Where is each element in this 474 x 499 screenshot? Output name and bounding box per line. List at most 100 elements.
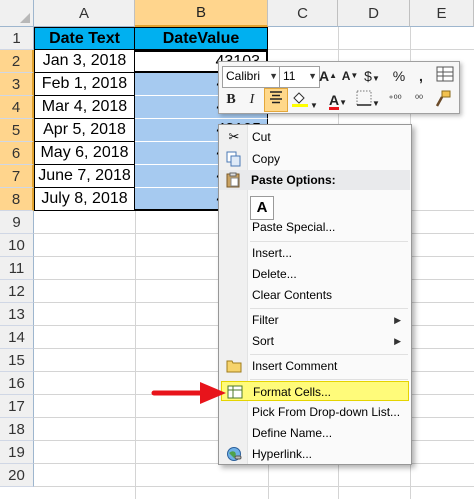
cell-a7[interactable]: June 7, 2018 bbox=[34, 165, 135, 188]
cell-a1-header[interactable]: Date Text bbox=[34, 27, 135, 50]
row-header-16[interactable]: 16 bbox=[0, 372, 34, 395]
row-header-1[interactable]: 1 bbox=[0, 27, 34, 50]
decrease-decimal-icon[interactable]: ⁰⁰ bbox=[409, 90, 429, 110]
chevron-down-icon: ▼ bbox=[269, 71, 278, 81]
row-header-5[interactable]: 5 bbox=[0, 119, 34, 142]
grow-font-icon[interactable]: A▲ bbox=[319, 66, 337, 86]
cell-a4[interactable]: Mar 4, 2018 bbox=[34, 96, 135, 119]
row-header-8[interactable]: 8 bbox=[0, 188, 34, 211]
column-header-d[interactable]: D bbox=[338, 0, 410, 27]
select-all-triangle-icon bbox=[20, 13, 30, 23]
increase-decimal-icon[interactable]: ⁺⁰⁰ bbox=[385, 90, 405, 110]
submenu-arrow-icon: ▶ bbox=[394, 336, 401, 346]
font-size-dropdown[interactable]: 11 ▼ bbox=[279, 66, 320, 88]
row-header-14[interactable]: 14 bbox=[0, 326, 34, 349]
cell-b1-header[interactable]: DateValue bbox=[134, 27, 268, 50]
menu-item-hyperlink[interactable]: Hyperlink... bbox=[221, 444, 409, 464]
cell-a5[interactable]: Apr 5, 2018 bbox=[34, 119, 135, 142]
fill-color-button[interactable]: ▼ bbox=[289, 90, 319, 110]
row-header-20[interactable]: 20 bbox=[0, 464, 34, 487]
column-header-c[interactable]: C bbox=[268, 0, 338, 27]
row-header-13[interactable]: 13 bbox=[0, 303, 34, 326]
font-name-dropdown[interactable]: Calibri ▼ bbox=[222, 66, 281, 88]
menu-item-delete[interactable]: Delete... bbox=[221, 264, 409, 284]
row-header-19[interactable]: 19 bbox=[0, 441, 34, 464]
center-align-icon bbox=[270, 91, 282, 104]
borders-button[interactable]: ▼ bbox=[355, 90, 381, 110]
cell-a6[interactable]: May 6, 2018 bbox=[34, 142, 135, 165]
row-header-17[interactable]: 17 bbox=[0, 395, 34, 418]
menu-item-filter[interactable]: Filter ▶ bbox=[221, 310, 409, 330]
currency-format-button[interactable]: $▼ bbox=[363, 66, 381, 86]
menu-item-paste-special[interactable]: Paste Special... bbox=[221, 217, 409, 237]
menu-item-sort[interactable]: Sort ▶ bbox=[221, 331, 409, 351]
menu-item-label: Paste Options: bbox=[251, 173, 336, 187]
clipboard-icon bbox=[225, 172, 241, 188]
submenu-arrow-icon: ▶ bbox=[394, 315, 401, 325]
comment-icon bbox=[226, 358, 242, 374]
center-align-button[interactable] bbox=[264, 88, 288, 112]
paste-options-header: Paste Options: bbox=[220, 170, 410, 190]
gridline bbox=[268, 49, 474, 50]
column-header-b[interactable]: B bbox=[135, 0, 268, 27]
cell-a8[interactable]: July 8, 2018 bbox=[34, 188, 135, 211]
context-menu: ✂ Cut Copy Paste Options: A Paste Specia… bbox=[218, 124, 412, 465]
column-header-e[interactable]: E bbox=[410, 0, 474, 27]
menu-item-clear-contents[interactable]: Clear Contents bbox=[221, 285, 409, 305]
column-header-a[interactable]: A bbox=[34, 0, 135, 27]
comma-icon: , bbox=[419, 68, 423, 84]
currency-icon: $ bbox=[364, 68, 372, 84]
row-header-7[interactable]: 7 bbox=[0, 165, 34, 188]
row-header-2[interactable]: 2 bbox=[0, 50, 34, 73]
menu-item-insert[interactable]: Insert... bbox=[221, 243, 409, 263]
italic-button[interactable]: I bbox=[243, 90, 261, 110]
red-pointer-arrow-icon bbox=[151, 382, 226, 404]
gridline bbox=[34, 486, 474, 487]
menu-item-insert-comment[interactable]: Insert Comment bbox=[221, 356, 409, 376]
menu-item-pick-from-list[interactable]: Pick From Drop-down List... bbox=[221, 402, 409, 422]
row-header-10[interactable]: 10 bbox=[0, 234, 34, 257]
font-color-button[interactable]: A▼ bbox=[323, 90, 353, 110]
menu-item-label: Insert... bbox=[252, 246, 293, 260]
copy-icon bbox=[226, 151, 242, 167]
menu-item-label: Delete... bbox=[252, 267, 297, 281]
font-color-icon: A bbox=[328, 92, 340, 110]
comma-style-button[interactable]: , bbox=[415, 66, 427, 86]
menu-item-label: Sort bbox=[252, 334, 275, 348]
cell-a3[interactable]: Feb 1, 2018 bbox=[34, 73, 135, 96]
menu-item-define-name[interactable]: Define Name... bbox=[221, 423, 409, 443]
bold-button[interactable]: B bbox=[222, 90, 240, 110]
percent-icon: % bbox=[392, 68, 406, 84]
row-header-9[interactable]: 9 bbox=[0, 211, 34, 234]
menu-item-label: Copy bbox=[252, 152, 281, 166]
menu-separator bbox=[250, 308, 408, 309]
gridline bbox=[135, 211, 136, 499]
menu-item-label: Clear Contents bbox=[252, 288, 333, 302]
row-header-3[interactable]: 3 bbox=[0, 73, 34, 96]
borders-icon bbox=[356, 90, 372, 106]
font-size-value: 11 bbox=[283, 69, 296, 83]
format-painter-icon[interactable] bbox=[433, 90, 453, 110]
menu-item-label: Pick From Drop-down List... bbox=[252, 405, 401, 419]
menu-item-label: Filter bbox=[252, 313, 279, 327]
row-header-18[interactable]: 18 bbox=[0, 418, 34, 441]
mini-toolbar: Calibri ▼ 11 ▼ A▲ A▼ $▼ % , B I ▼ A▼ ▼ ⁺⁰⁰… bbox=[218, 61, 460, 114]
row-header-11[interactable]: 11 bbox=[0, 257, 34, 280]
shrink-font-icon[interactable]: A▼ bbox=[341, 66, 359, 86]
menu-separator bbox=[250, 379, 408, 380]
menu-separator bbox=[250, 354, 408, 355]
row-header-12[interactable]: 12 bbox=[0, 280, 34, 303]
cell-a2[interactable]: Jan 3, 2018 bbox=[34, 50, 135, 73]
paint-bucket-icon bbox=[292, 92, 309, 107]
select-all-corner[interactable] bbox=[0, 0, 34, 27]
format-painter-grid-icon[interactable] bbox=[435, 66, 455, 86]
menu-item-label: Define Name... bbox=[252, 426, 333, 440]
menu-item-cut[interactable]: ✂ Cut bbox=[221, 127, 409, 147]
percent-style-button[interactable]: % bbox=[391, 66, 407, 86]
row-header-6[interactable]: 6 bbox=[0, 142, 34, 165]
menu-item-format-cells[interactable]: Format Cells... bbox=[221, 381, 409, 401]
menu-item-copy[interactable]: Copy bbox=[221, 149, 409, 169]
menu-item-label: Paste Special... bbox=[252, 220, 336, 234]
row-header-15[interactable]: 15 bbox=[0, 349, 34, 372]
row-header-4[interactable]: 4 bbox=[0, 96, 34, 119]
